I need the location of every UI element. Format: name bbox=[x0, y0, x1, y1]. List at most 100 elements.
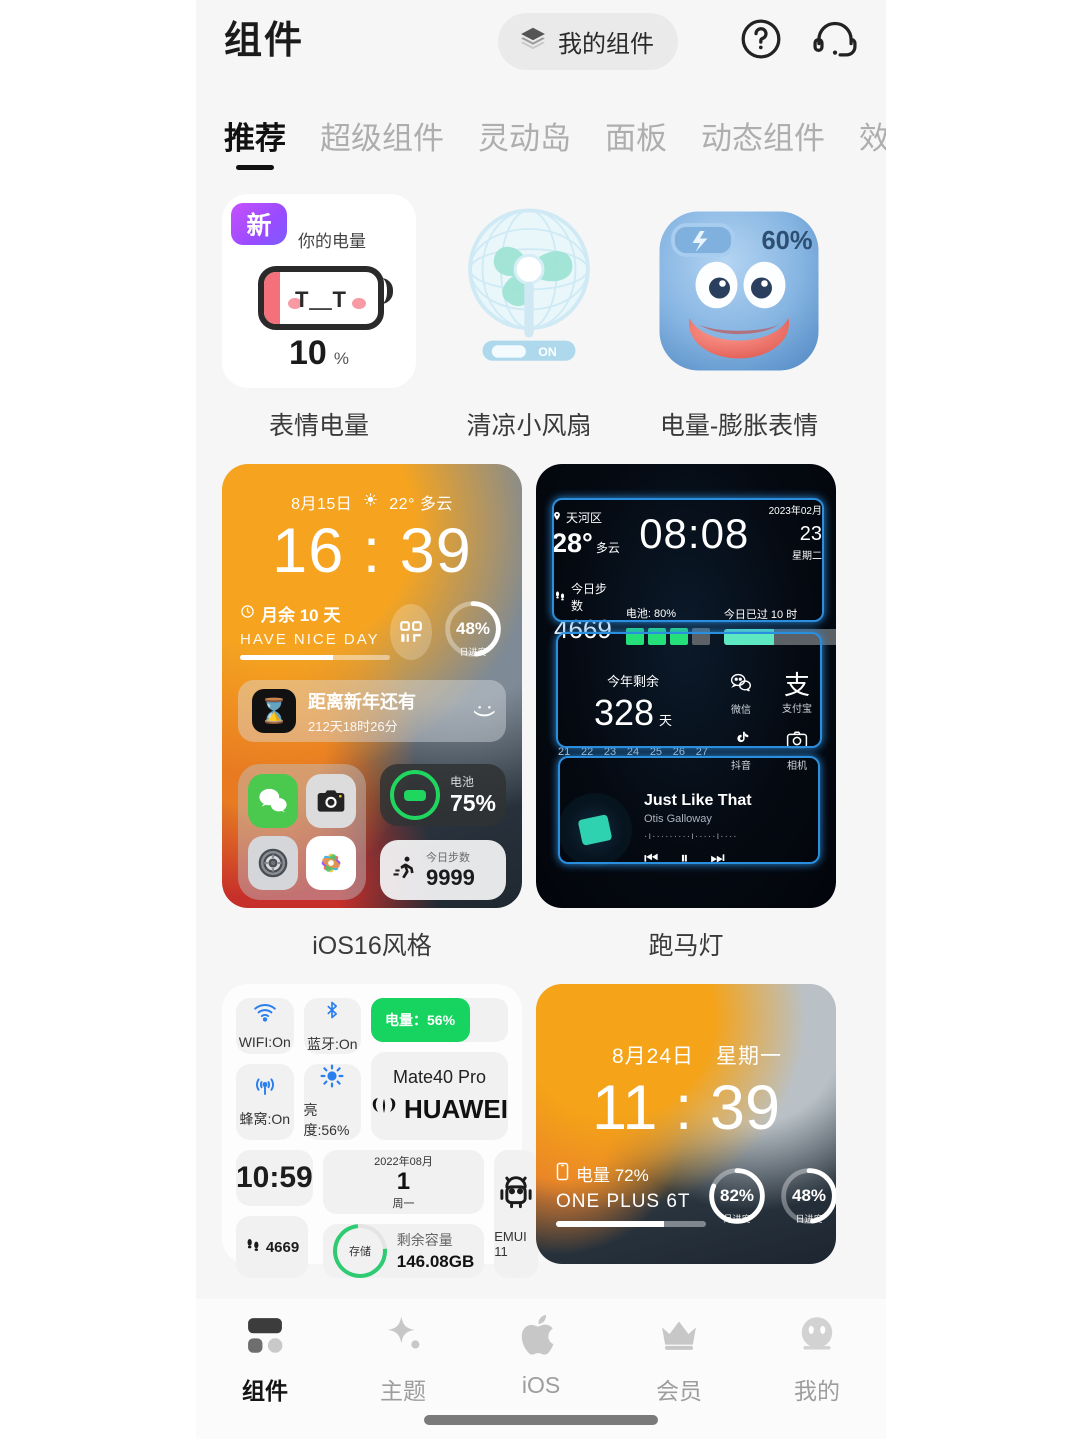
nav-item-ios[interactable]: iOS bbox=[472, 1313, 610, 1399]
headset-icon bbox=[810, 16, 860, 67]
tab-dynamic-island[interactable]: 灵动岛 bbox=[478, 113, 571, 170]
home-indicator[interactable] bbox=[424, 1415, 658, 1425]
widget-card-lockscreen[interactable]: 8月24日 星期一 11 : 39 电量 72% ONE PLUS 6T 82%… bbox=[536, 984, 836, 1264]
nav-label: 组件 bbox=[242, 1378, 288, 1404]
nav-label: iOS bbox=[521, 1372, 561, 1398]
camera-icon bbox=[305, 774, 356, 829]
qr-shortcut-icon[interactable] bbox=[390, 604, 432, 661]
sparkle-icon bbox=[381, 1313, 425, 1362]
widget-card-fan[interactable]: ON 清凉小风扇 bbox=[432, 194, 626, 442]
nav-label: 我的 bbox=[794, 1378, 840, 1404]
panel-steps-value: 4669 bbox=[265, 1238, 300, 1256]
help-button[interactable] bbox=[738, 16, 784, 67]
tab-recommend[interactable]: 推荐 bbox=[224, 113, 286, 170]
device-brand: HUAWEI bbox=[404, 1094, 508, 1124]
nav-item-themes[interactable]: 主题 bbox=[334, 1313, 472, 1406]
bottom-navigation: 组件 主题 iOS 会员 我的 bbox=[196, 1299, 886, 1439]
tab-panel[interactable]: 面板 bbox=[605, 113, 667, 170]
ios16-ring-caption: 日进度 bbox=[459, 647, 487, 658]
apple-icon bbox=[519, 1313, 563, 1362]
ios16-clock: 16 : 39 bbox=[272, 516, 472, 586]
marquee-preview[interactable]: 天河区 28° 多云 08:08 2023年02月 23 星期二 今日步数 46… bbox=[536, 464, 836, 908]
lock-bottom-row: 电量 72% ONE PLUS 6T 82% 月进度 48% 日进度 bbox=[536, 1143, 836, 1228]
page-title: 组件 bbox=[224, 20, 305, 62]
toggle-cellular[interactable]: 蜂窝:On bbox=[236, 1064, 294, 1140]
storage-value: 146.08GB bbox=[396, 1252, 475, 1271]
steps-value: 9999 bbox=[425, 865, 475, 891]
battery-ring-icon bbox=[389, 770, 440, 821]
widget-row-1: 新 你的电量 T＿T 10% 表情电量 ON 清凉小风扇 60% 电量-膨胀表情 bbox=[196, 194, 886, 442]
panel-battery-bar: 电量：56% bbox=[371, 998, 508, 1042]
widget-card-emoji-battery[interactable]: 新 你的电量 T＿T 10% 表情电量 bbox=[222, 194, 416, 442]
ios16-preview[interactable]: 8月15日 22° 多云 16 : 39 月余 10 天 HAVE NICE D… bbox=[222, 464, 522, 908]
battery-cap bbox=[378, 278, 393, 304]
neon-frame-top bbox=[552, 498, 824, 622]
panel-steps: 4669 bbox=[236, 1216, 308, 1278]
fan-icon: ON bbox=[468, 208, 590, 361]
fan-preview[interactable]: ON bbox=[432, 194, 626, 388]
nav-item-widgets[interactable]: 组件 bbox=[196, 1313, 334, 1406]
ios16-tagline: HAVE NICE DAY bbox=[240, 631, 380, 649]
lock-month-caption: 月进度 bbox=[723, 1214, 751, 1225]
category-tabs[interactable]: 推荐 超级组件 灵动岛 面板 动态组件 效 bbox=[196, 82, 886, 170]
battery-percent: 10% bbox=[222, 334, 416, 373]
ios16-status-row: 8月15日 22° 多云 bbox=[222, 464, 522, 514]
widget-label: 电量-膨胀表情 bbox=[659, 412, 819, 440]
photos-icon bbox=[305, 836, 356, 891]
lockscreen-preview[interactable]: 8月24日 星期一 11 : 39 电量 72% ONE PLUS 6T 82%… bbox=[536, 984, 836, 1264]
running-icon bbox=[390, 854, 418, 887]
puffy-face-icon: 60% bbox=[659, 211, 819, 371]
lock-progress-bar bbox=[556, 1221, 706, 1228]
lock-month-ring: 82% 月进度 bbox=[706, 1165, 768, 1227]
countdown-sub: 212天18时26分 bbox=[308, 718, 398, 734]
huawei-logo-icon bbox=[371, 1094, 397, 1125]
app-header: 组件 我的组件 bbox=[196, 0, 886, 82]
wifi-icon bbox=[252, 1002, 278, 1027]
my-widgets-button[interactable]: 我的组件 bbox=[498, 12, 678, 70]
widget-row-3: WIFI:On 蓝牙:On 蜂窝:On 亮度:56% 电量：56% Mate40… bbox=[196, 984, 886, 1290]
panel-storage: 存储 剩余容量 146.08GB bbox=[321, 1212, 485, 1290]
panel-toggles: WIFI:On 蓝牙:On 蜂窝:On 亮度:56% bbox=[236, 998, 361, 1140]
nav-item-member[interactable]: 会员 bbox=[610, 1313, 748, 1406]
my-widgets-label: 我的组件 bbox=[558, 30, 654, 58]
ios16-progress-bar bbox=[240, 655, 390, 661]
panel-preview[interactable]: WIFI:On 蓝牙:On 蜂窝:On 亮度:56% 电量：56% Mate40… bbox=[222, 984, 539, 1290]
ios16-steps-text: 今日步数 9999 bbox=[426, 849, 475, 891]
ios16-right-stack: 电池 75% 今日步数 9999 bbox=[379, 764, 506, 901]
ios16-lower-row: 电池 75% 今日步数 9999 bbox=[238, 764, 506, 901]
panel-right: 电量：56% Mate40 Pro HUAWEI bbox=[371, 998, 508, 1140]
widget-card-panel[interactable]: WIFI:On 蓝牙:On 蜂窝:On 亮度:56% 电量：56% Mate40… bbox=[222, 984, 539, 1290]
toggle-bluetooth[interactable]: 蓝牙:On bbox=[303, 998, 361, 1054]
tab-super-widgets[interactable]: 超级组件 bbox=[320, 113, 444, 170]
toggle-wifi[interactable]: WIFI:On bbox=[236, 998, 294, 1054]
support-button[interactable] bbox=[810, 16, 860, 67]
widget-card-face-battery[interactable]: 60% 电量-膨胀表情 bbox=[642, 194, 836, 442]
widget-card-marquee[interactable]: 天河区 28° 多云 08:08 2023年02月 23 星期二 今日步数 46… bbox=[536, 464, 836, 962]
hourglass-icon: ⌛ bbox=[252, 689, 296, 734]
storage-caption: 剩余容量 bbox=[396, 1232, 453, 1248]
smiley-icon: :) bbox=[473, 704, 499, 718]
battery-value: 75% bbox=[449, 790, 496, 817]
emoji-battery-preview[interactable]: 新 你的电量 T＿T 10% bbox=[222, 194, 416, 388]
neon-frame-mid bbox=[556, 632, 822, 748]
tab-effects[interactable]: 效 bbox=[859, 113, 886, 170]
storage-ring-icon: 存储 bbox=[321, 1212, 398, 1290]
ios16-date: 8月15日 bbox=[291, 496, 353, 513]
nav-label: 主题 bbox=[380, 1378, 426, 1404]
battery-face-text: T＿T bbox=[295, 287, 347, 312]
battery-percent-unit: % bbox=[333, 349, 349, 368]
layers-icon bbox=[518, 24, 548, 59]
panel-clock: 10:59 bbox=[236, 1150, 313, 1206]
steps-caption: 今日步数 bbox=[425, 852, 470, 865]
nav-item-profile[interactable]: 我的 bbox=[748, 1313, 886, 1406]
ios16-weather: 22° 多云 bbox=[389, 496, 453, 513]
ios16-app-grid bbox=[238, 764, 366, 901]
widget-card-ios16[interactable]: 8月15日 22° 多云 16 : 39 月余 10 天 HAVE NICE D… bbox=[222, 464, 522, 962]
toggle-brightness[interactable]: 亮度:56% bbox=[303, 1064, 361, 1140]
neon-frame-bottom bbox=[558, 756, 820, 864]
tab-dynamic-widgets[interactable]: 动态组件 bbox=[701, 113, 825, 170]
lock-day-ring: 48% 日进度 bbox=[778, 1165, 836, 1227]
toggle-label: 亮度:56% bbox=[303, 1102, 350, 1138]
face-battery-preview[interactable]: 60% bbox=[642, 194, 836, 388]
battery-shell: T＿T bbox=[258, 266, 384, 330]
